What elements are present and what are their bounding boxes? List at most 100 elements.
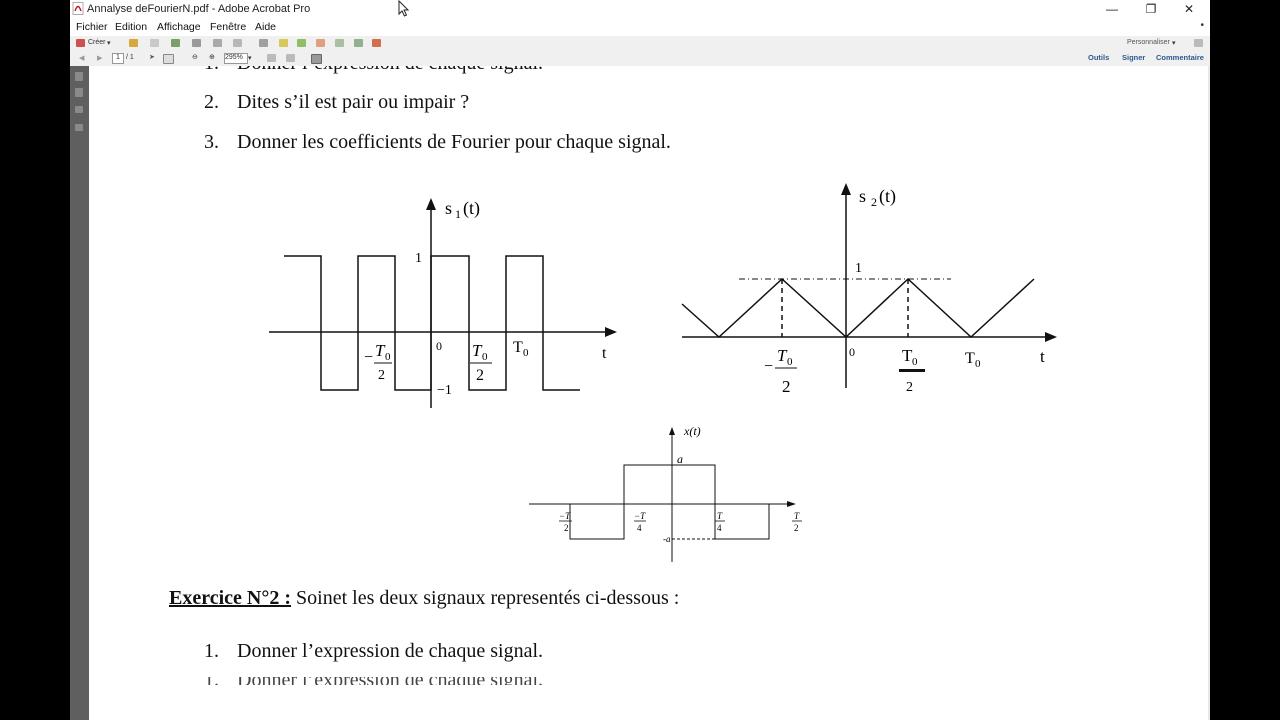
bookmarks-panel-icon[interactable] bbox=[75, 88, 83, 97]
window-title: Annalyse deFourierN.pdf - Adobe Acrobat … bbox=[87, 3, 311, 15]
menu-edition[interactable]: Edition bbox=[115, 21, 147, 33]
title-bar: Annalyse deFourierN.pdf - Adobe Acrobat … bbox=[70, 0, 1210, 19]
stamp-icon[interactable] bbox=[316, 39, 325, 47]
neg-quarter-T-den: 4 bbox=[637, 523, 642, 533]
settings-icon[interactable] bbox=[259, 39, 268, 47]
customize-dropdown-icon[interactable]: ▾ bbox=[1172, 39, 1176, 47]
cloud-icon[interactable] bbox=[171, 39, 180, 47]
menu-overflow-icon[interactable]: • bbox=[1200, 20, 1204, 31]
s2-arg: (t) bbox=[879, 186, 896, 207]
amplitude-a-label: a bbox=[677, 452, 683, 466]
menu-fenetre[interactable]: Fenêtre bbox=[210, 21, 246, 33]
attach-icon[interactable] bbox=[335, 39, 344, 47]
list-item-text: Donner l’expression de chaque signal. bbox=[237, 66, 543, 75]
neg-half-period-sub: 0 bbox=[787, 356, 793, 368]
review-icon[interactable] bbox=[354, 39, 363, 47]
exercise-title: Exercice N°2 : bbox=[169, 587, 292, 609]
neg-half-period-denominator: 2 bbox=[378, 368, 385, 383]
exercise-statement: Soinet les deux signaux representés ci-d… bbox=[291, 587, 680, 609]
y-axis-arrow-icon bbox=[669, 427, 675, 435]
acrobat-window: Annalyse deFourierN.pdf - Adobe Acrobat … bbox=[70, 0, 1210, 720]
menu-bar: Fichier Edition Affichage Fenêtre Aide • bbox=[70, 19, 1210, 37]
s2-label: s bbox=[859, 186, 866, 206]
print-icon[interactable] bbox=[192, 39, 201, 47]
hand-tool-icon[interactable] bbox=[163, 54, 174, 64]
list-number: 3. bbox=[204, 131, 219, 153]
half-period-denominator: 2 bbox=[906, 380, 913, 395]
prev-page-icon[interactable]: ◀ bbox=[79, 54, 84, 62]
s2-subscript: 2 bbox=[871, 195, 877, 209]
amplitude-minus-a-label: -a bbox=[663, 534, 671, 544]
main-toolbar: Créer ▾ Personnaliser ▾ bbox=[70, 36, 1210, 52]
list-item-text: Donner l’expression de chaque signal. bbox=[237, 677, 543, 685]
neg-quarter-T-num: −T bbox=[634, 511, 646, 521]
customize-button[interactable]: Personnaliser bbox=[1127, 39, 1170, 46]
sign-tab[interactable]: Signer bbox=[1122, 53, 1145, 62]
next-page-icon[interactable]: ▶ bbox=[97, 54, 102, 62]
zoom-in-icon[interactable]: ⊕ bbox=[209, 53, 215, 61]
x-axis-arrow-icon bbox=[1045, 332, 1057, 342]
close-button[interactable]: ✕ bbox=[1171, 0, 1207, 19]
zoom-dropdown-icon[interactable]: ▾ bbox=[248, 54, 252, 62]
create-dropdown-icon[interactable]: ▾ bbox=[107, 39, 111, 47]
fit-page-icon[interactable] bbox=[267, 54, 276, 62]
zoom-input[interactable]: 295% bbox=[224, 53, 248, 64]
minus-sign: − bbox=[364, 349, 373, 366]
read-mode-icon[interactable] bbox=[311, 54, 322, 64]
menu-fichier[interactable]: Fichier bbox=[76, 21, 108, 33]
s1-label: s bbox=[445, 198, 452, 218]
minimize-button[interactable]: — bbox=[1094, 0, 1130, 19]
s1-arg: (t) bbox=[463, 198, 480, 219]
triangle-wave-curve bbox=[681, 277, 1035, 339]
acrobat-pdf-icon bbox=[72, 2, 84, 15]
fit-width-icon[interactable] bbox=[286, 54, 295, 62]
expand-icon[interactable] bbox=[1194, 39, 1203, 47]
neg-half-T-den: 2 bbox=[564, 523, 569, 533]
menu-aide[interactable]: Aide bbox=[255, 21, 276, 33]
half-T-den: 2 bbox=[794, 523, 799, 533]
half-period-denominator: 2 bbox=[476, 367, 484, 384]
tools-tab[interactable]: Outils bbox=[1088, 53, 1109, 62]
maximize-button[interactable]: ❐ bbox=[1133, 0, 1169, 19]
x-t-label: x(t) bbox=[683, 424, 701, 438]
zoom-out-icon[interactable]: ⊖ bbox=[192, 53, 198, 61]
create-icon bbox=[76, 39, 85, 47]
list-item-text: Donner l’expression de chaque signal. bbox=[237, 640, 544, 662]
comment-icon[interactable] bbox=[279, 39, 288, 47]
menu-affichage[interactable]: Affichage bbox=[157, 21, 201, 33]
signatures-panel-icon[interactable] bbox=[75, 124, 83, 131]
figure-square-wave: s 1 (t) 1 −1 0 t − T 0 2 T 0 2 T 0 bbox=[269, 198, 617, 408]
half-period-sub: 0 bbox=[912, 356, 918, 368]
form-icon[interactable] bbox=[372, 39, 381, 47]
figure-triangle-wave: s 2 (t) 1 0 t − T 0 2 T 0 2 T 0 bbox=[681, 183, 1057, 396]
minus-sign: − bbox=[764, 358, 773, 375]
page-number-input[interactable]: 1 bbox=[112, 53, 124, 64]
attachments-panel-icon[interactable] bbox=[75, 106, 83, 113]
save-icon[interactable] bbox=[150, 39, 159, 47]
highlight-icon[interactable] bbox=[297, 39, 306, 47]
email-icon[interactable] bbox=[233, 39, 242, 47]
list-item-text: Dites s’il est pair ou impair ? bbox=[237, 91, 470, 113]
period-sub: 0 bbox=[523, 347, 529, 359]
edit-icon[interactable] bbox=[213, 39, 222, 47]
pages-panel-icon[interactable] bbox=[75, 72, 83, 81]
t-axis-label: t bbox=[602, 345, 607, 362]
create-button[interactable]: Créer bbox=[88, 39, 106, 46]
list-number: 1. bbox=[204, 640, 219, 662]
y-axis-arrow-icon bbox=[841, 183, 851, 195]
comment-tab[interactable]: Commentaire bbox=[1156, 53, 1204, 62]
list-number: 2. bbox=[204, 91, 219, 113]
period-T: T bbox=[965, 350, 975, 367]
document-page: 1. Donner l’expression de chaque signal.… bbox=[89, 66, 1208, 720]
navigation-panel bbox=[70, 66, 89, 720]
select-tool-icon[interactable]: ➤ bbox=[149, 53, 155, 61]
level-one-label: 1 bbox=[415, 251, 422, 266]
open-icon[interactable] bbox=[129, 39, 138, 47]
list-item-text: Donner les coefficients de Fourier pour … bbox=[237, 131, 671, 153]
neg-half-period-denominator: 2 bbox=[782, 377, 791, 396]
quarter-T-den: 4 bbox=[717, 523, 722, 533]
x-axis-arrow-icon bbox=[605, 327, 617, 337]
page-total: / 1 bbox=[126, 54, 134, 61]
peak-one-label: 1 bbox=[855, 261, 862, 276]
period-T: T bbox=[513, 339, 523, 356]
